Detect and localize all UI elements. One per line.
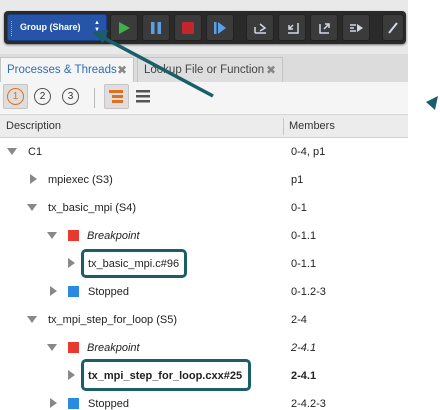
run-to-button[interactable] <box>342 14 370 41</box>
row-members: 0-1.1 <box>291 230 317 242</box>
number-2-icon: 2 <box>34 88 51 105</box>
list-view-icon <box>136 90 150 103</box>
tree-row-tx-mpi-step-for-loop[interactable]: tx_mpi_step_for_loop (S5) 2-4 <box>0 306 408 334</box>
out-button[interactable] <box>310 14 338 41</box>
stopped-status-icon <box>68 286 79 297</box>
annotation-arrowhead-icon <box>426 96 438 110</box>
list-view-button[interactable] <box>132 84 157 109</box>
row-members: 2-4.1 <box>291 342 317 354</box>
grip-handle <box>11 21 14 36</box>
tab-processes-threads[interactable]: Processes & Threads ✖ <box>0 57 134 83</box>
number-3-icon: 3 <box>62 88 79 105</box>
collapsed-triangle-icon[interactable] <box>50 286 57 296</box>
row-label: C1 <box>28 146 43 158</box>
tree-row-tx-basic-mpi[interactable]: tx_basic_mpi (S4) 0-1 <box>0 194 408 222</box>
expanded-triangle-icon[interactable] <box>7 148 17 155</box>
app-frame: Group (Share) ▲ ▼ Processes & Threads ✖ … <box>0 0 408 410</box>
kill-button[interactable] <box>174 14 202 41</box>
column-header: Description Members <box>0 116 408 138</box>
level-1-button[interactable]: 1 <box>3 84 28 109</box>
tab-label: Processes & Threads <box>7 64 117 76</box>
edit-button[interactable] <box>382 14 404 41</box>
halt-button[interactable] <box>142 14 170 41</box>
breakpoint-status-icon <box>68 230 79 241</box>
number-1-icon: 1 <box>7 88 24 105</box>
process-tree: C1 0-4, p1 mpiexec (S3) p1 tx_basic_mpi … <box>0 138 408 410</box>
expanded-triangle-icon[interactable] <box>47 344 57 351</box>
row-label: tx_basic_mpi (S4) <box>48 202 137 214</box>
breakpoint-status-icon <box>68 342 79 353</box>
row-members: 0-4, p1 <box>291 146 326 158</box>
tree-row-breakpoint[interactable]: Breakpoint 2-4.1 <box>0 334 408 362</box>
level-3-button[interactable]: 3 <box>59 84 84 109</box>
tab-lookup-file-function[interactable]: Lookup File or Function ✖ <box>137 57 283 82</box>
step-button[interactable] <box>278 14 306 41</box>
level-2-button[interactable]: 2 <box>31 84 56 109</box>
row-members: 0-1 <box>291 202 307 214</box>
tree-row-c1[interactable]: C1 0-4, p1 <box>0 138 408 166</box>
expanded-triangle-icon[interactable] <box>47 232 57 239</box>
pause-icon <box>151 22 161 34</box>
column-description[interactable]: Description <box>6 116 61 137</box>
row-label: mpiexec (S3) <box>48 174 113 186</box>
close-icon[interactable]: ✖ <box>266 58 276 83</box>
expanded-triangle-icon[interactable] <box>27 316 37 323</box>
expanded-triangle-icon[interactable] <box>27 204 37 211</box>
row-members: 2-4.2-3 <box>291 398 326 410</box>
tree-row-stopped[interactable]: Stopped 2-4.2-3 <box>0 390 408 410</box>
row-members: 0-1.1 <box>291 258 317 270</box>
tree-row-breakpoint[interactable]: Breakpoint 0-1.1 <box>0 222 408 250</box>
next-button[interactable] <box>246 14 274 41</box>
view-toolbar: 1 2 3 <box>0 82 408 115</box>
row-label: Stopped <box>88 398 129 410</box>
row-members: 2-4.1 <box>291 370 317 382</box>
row-label: tx_basic_mpi.c#96 <box>88 258 180 270</box>
go-button[interactable] <box>110 14 138 41</box>
row-label: Breakpoint <box>87 230 140 242</box>
collapsed-triangle-icon[interactable] <box>30 174 37 184</box>
collapsed-triangle-icon[interactable] <box>68 258 75 268</box>
stopped-status-icon <box>68 398 79 409</box>
restart-button[interactable] <box>206 14 234 41</box>
toolbar: Group (Share) ▲ ▼ <box>4 11 406 44</box>
run-to-icon <box>350 24 363 32</box>
tree-view-icon <box>109 90 123 103</box>
row-members: 2-4 <box>291 314 307 326</box>
tree-row-source-location[interactable]: tx_mpi_step_for_loop.cxx#25 2-4.1 <box>0 359 408 391</box>
row-members: 0-1.2-3 <box>291 286 326 298</box>
row-label: Stopped <box>88 286 129 298</box>
tree-view-button[interactable] <box>104 84 129 109</box>
step-out-icon <box>319 23 330 34</box>
row-label: tx_mpi_step_for_loop.cxx#25 <box>88 370 243 382</box>
row-members: p1 <box>291 174 304 186</box>
step-icon <box>214 22 226 34</box>
tree-row-source-location[interactable]: tx_basic_mpi.c#96 0-1.1 <box>0 249 408 278</box>
collapsed-triangle-icon[interactable] <box>68 370 75 380</box>
play-icon <box>119 22 130 34</box>
row-label: Breakpoint <box>87 342 140 354</box>
close-icon[interactable]: ✖ <box>117 58 127 83</box>
step-over-icon <box>254 23 267 34</box>
edit-icon <box>388 22 398 34</box>
column-members[interactable]: Members <box>289 116 335 137</box>
tab-bar: Processes & Threads ✖ Lookup File or Fun… <box>0 54 408 83</box>
tree-row-stopped[interactable]: Stopped 0-1.2-3 <box>0 278 408 306</box>
divider <box>94 88 95 108</box>
tab-label: Lookup File or Function <box>144 64 265 76</box>
row-label: tx_mpi_step_for_loop (S5) <box>48 314 178 326</box>
group-select-button[interactable]: Group (Share) ▲ ▼ <box>7 14 107 41</box>
collapsed-triangle-icon[interactable] <box>50 398 57 408</box>
column-divider[interactable] <box>283 118 284 135</box>
updown-chevron-icon: ▲ ▼ <box>94 20 100 33</box>
stop-icon <box>182 22 194 34</box>
group-select-label: Group (Share) <box>20 22 81 32</box>
tree-row-mpiexec[interactable]: mpiexec (S3) p1 <box>0 166 408 194</box>
step-into-icon <box>288 23 299 34</box>
